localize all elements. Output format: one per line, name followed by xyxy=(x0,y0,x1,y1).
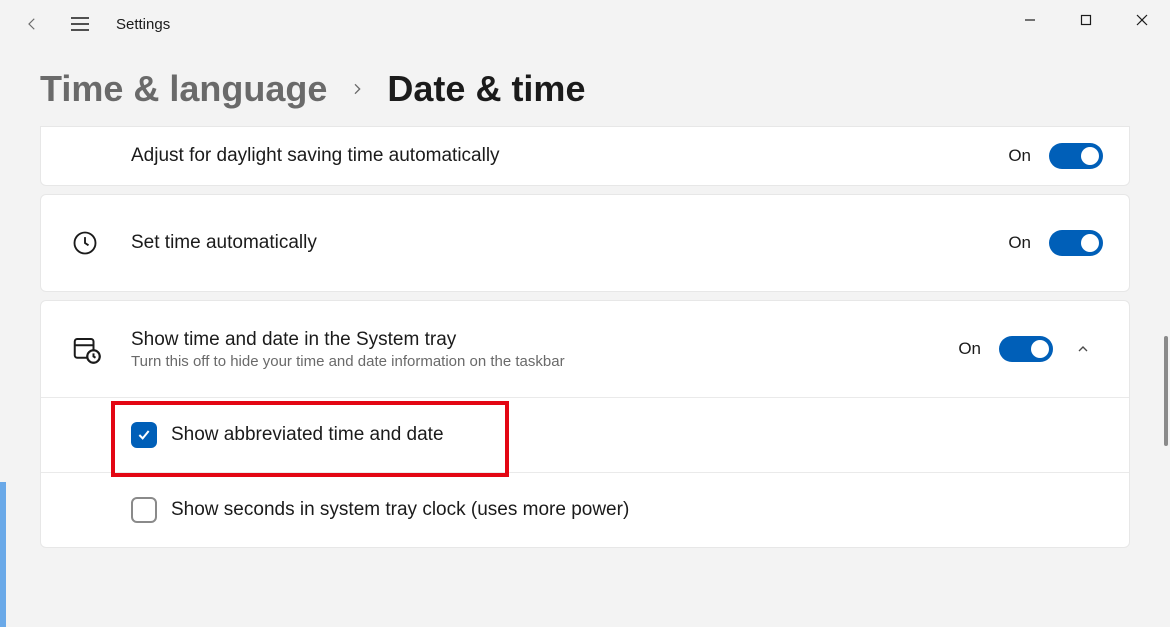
tray-label: Show time and date in the System tray xyxy=(131,329,938,351)
setting-dst: Adjust for daylight saving time automati… xyxy=(40,126,1130,186)
back-button[interactable] xyxy=(8,0,56,48)
close-button[interactable] xyxy=(1114,0,1170,40)
window-edge-accent xyxy=(0,482,6,627)
seconds-label: Show seconds in system tray clock (uses … xyxy=(171,499,629,521)
settings-content: Adjust for daylight saving time automati… xyxy=(0,126,1170,548)
auto-time-toggle[interactable] xyxy=(1049,230,1103,256)
auto-time-state: On xyxy=(1008,233,1031,253)
nav-menu-button[interactable] xyxy=(56,0,104,48)
tray-sublabel: Turn this off to hide your time and date… xyxy=(131,353,938,370)
tray-state: On xyxy=(958,339,981,359)
auto-time-label: Set time automatically xyxy=(131,232,988,254)
abbrev-label: Show abbreviated time and date xyxy=(171,424,444,446)
chevron-right-icon xyxy=(327,81,387,97)
app-title: Settings xyxy=(104,16,170,33)
seconds-checkbox[interactable] xyxy=(131,497,157,523)
tray-sub-abbrev: Show abbreviated time and date xyxy=(41,397,1129,472)
scrollbar-thumb[interactable] xyxy=(1164,336,1168,446)
setting-auto-time: Set time automatically On xyxy=(40,194,1130,292)
scrollbar[interactable] xyxy=(1156,144,1170,627)
setting-system-tray: Show time and date in the System tray Tu… xyxy=(40,300,1130,548)
expand-collapse-button[interactable] xyxy=(1063,341,1103,357)
titlebar: Settings xyxy=(0,0,1170,48)
dst-state: On xyxy=(1008,146,1031,166)
minimize-button[interactable] xyxy=(1002,0,1058,40)
calendar-clock-icon xyxy=(71,334,131,364)
dst-toggle[interactable] xyxy=(1049,143,1103,169)
dst-label: Adjust for daylight saving time automati… xyxy=(131,145,988,167)
abbrev-checkbox[interactable] xyxy=(131,422,157,448)
tray-sub-seconds: Show seconds in system tray clock (uses … xyxy=(41,472,1129,547)
clock-icon xyxy=(71,229,131,257)
breadcrumb-current: Date & time xyxy=(387,68,585,110)
maximize-button[interactable] xyxy=(1058,0,1114,40)
breadcrumb-parent[interactable]: Time & language xyxy=(40,68,327,110)
window-controls xyxy=(1002,0,1170,40)
tray-toggle[interactable] xyxy=(999,336,1053,362)
breadcrumb: Time & language Date & time xyxy=(0,48,1170,126)
